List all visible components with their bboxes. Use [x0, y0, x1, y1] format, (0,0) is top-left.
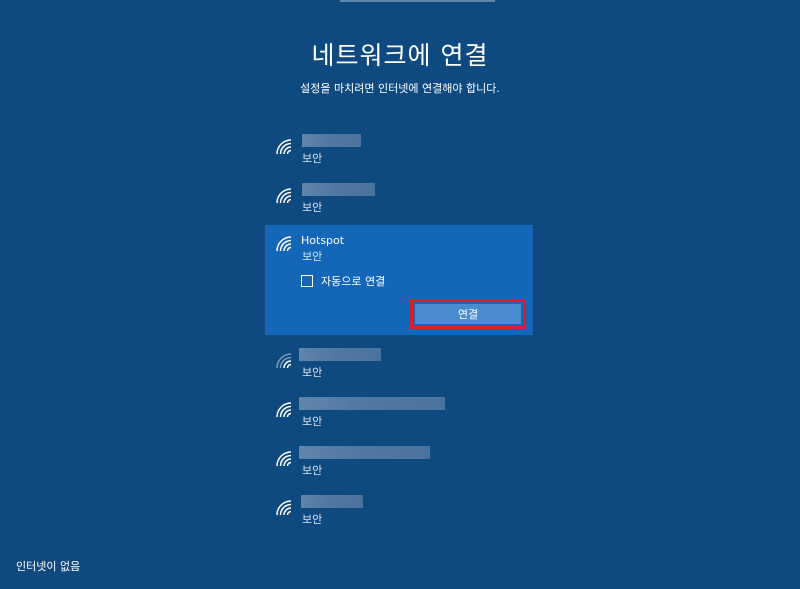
network-item[interactable]: 보안 [265, 487, 533, 531]
auto-connect-label: 자동으로 연결 [321, 275, 386, 288]
network-name-blurred [299, 397, 445, 410]
network-security: 보안 [302, 513, 323, 526]
connect-button-highlight: 연결 [410, 299, 526, 329]
network-item[interactable]: 보안 [265, 438, 533, 482]
page-subtitle: 설정을 마치려면 인터넷에 연결해야 합니다. [300, 82, 500, 95]
top-strip [340, 0, 495, 2]
wifi-signal-icon [276, 402, 292, 418]
network-name-blurred [302, 183, 375, 196]
network-security: 보안 [302, 415, 323, 428]
network-security: 보안 [302, 366, 323, 379]
network-name-blurred [299, 348, 381, 361]
network-security: 보안 [302, 464, 323, 477]
network-security: 보안 [302, 250, 323, 263]
network-item[interactable]: 보안 [265, 389, 533, 433]
network-name: Hotspot [301, 234, 345, 247]
auto-connect-toggle[interactable]: 자동으로 연결 [301, 274, 385, 288]
wifi-signal-icon [276, 236, 292, 252]
network-item[interactable]: 보안 [265, 175, 533, 219]
network-security: 보안 [302, 152, 323, 165]
wifi-signal-icon [276, 353, 292, 369]
network-item[interactable]: 보안 [265, 340, 533, 384]
network-setup-page: 네트워크에 연결 설정을 마치려면 인터넷에 연결해야 합니다. 보안 보안 H… [0, 0, 800, 589]
network-name-blurred [301, 495, 363, 508]
page-title: 네트워크에 연결 [311, 41, 489, 70]
network-name-blurred [299, 446, 430, 459]
wifi-signal-icon [276, 451, 292, 467]
wifi-signal-icon [276, 139, 292, 155]
network-item-hotspot[interactable]: Hotspot 보안 자동으로 연결 연결 [265, 225, 533, 335]
network-item[interactable]: 보안 [265, 126, 533, 170]
checkbox-icon[interactable] [301, 275, 313, 287]
network-name-blurred [302, 134, 361, 147]
internet-status: 인터넷이 없음 [16, 560, 81, 573]
network-security: 보안 [302, 201, 323, 214]
wifi-signal-icon [276, 188, 292, 204]
wifi-signal-icon [276, 500, 292, 516]
connect-button[interactable]: 연결 [415, 304, 521, 324]
